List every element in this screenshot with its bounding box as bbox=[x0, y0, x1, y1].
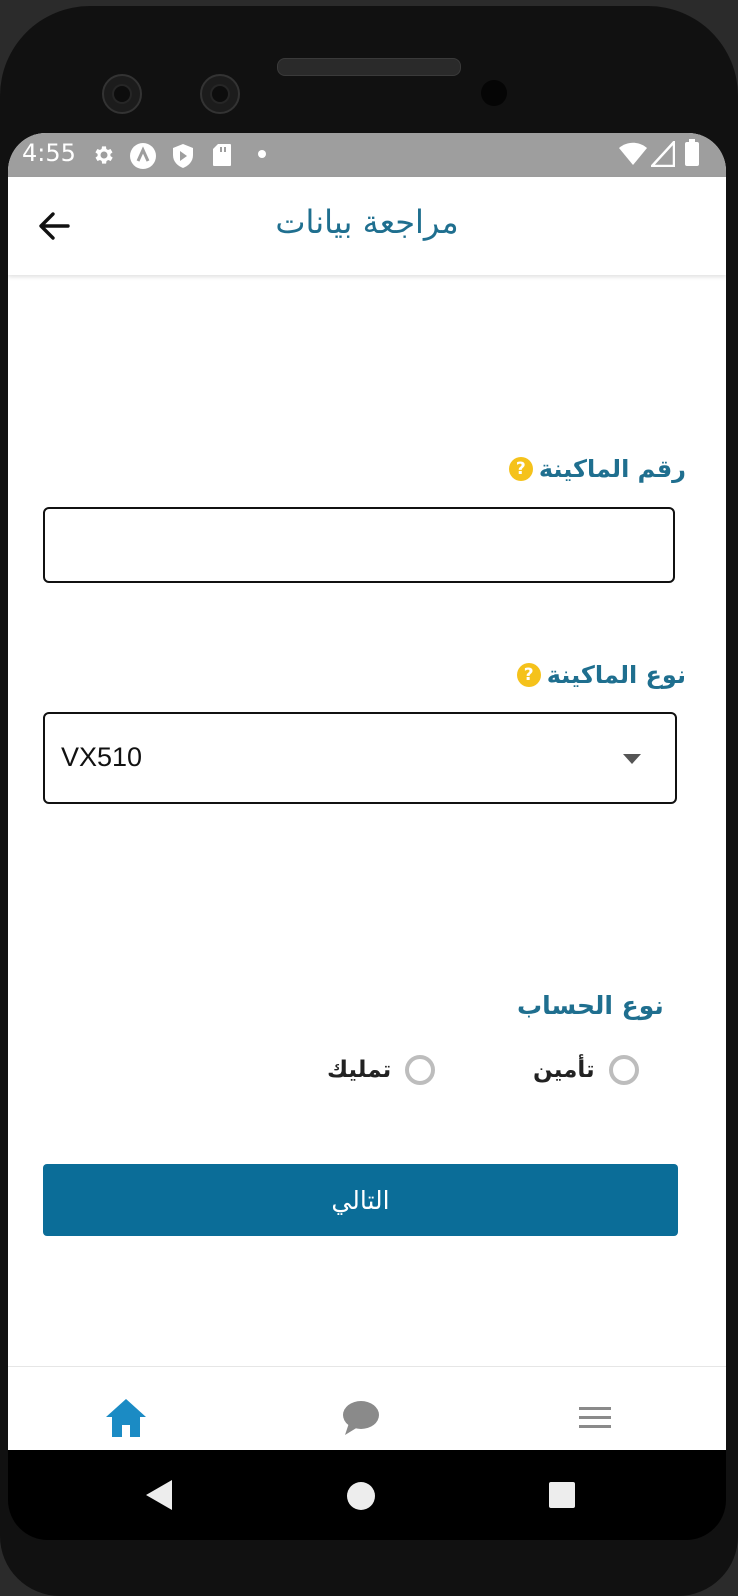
system-home-icon[interactable] bbox=[346, 1481, 376, 1511]
dropdown-caret-icon bbox=[623, 754, 641, 764]
wifi-icon bbox=[619, 142, 647, 165]
a-icon bbox=[130, 143, 156, 169]
proximity-sensor bbox=[481, 80, 507, 106]
account-type-option[interactable]: تأمين bbox=[533, 1055, 639, 1085]
menu-icon[interactable] bbox=[565, 1393, 625, 1443]
radio-button[interactable] bbox=[608, 1055, 639, 1085]
sd-card-icon bbox=[213, 144, 231, 166]
account-type-label: نوع الحساب bbox=[517, 991, 664, 1020]
machine-type-selected: VX510 bbox=[61, 742, 143, 772]
system-back-icon[interactable] bbox=[144, 1478, 174, 1512]
status-bar: 4:55 bbox=[8, 133, 726, 177]
front-camera bbox=[102, 74, 142, 114]
machine-type-label-row: نوع الماكينة ? bbox=[516, 661, 686, 689]
system-nav-bar bbox=[8, 1450, 726, 1540]
machine-type-label: نوع الماكينة bbox=[546, 661, 686, 689]
machine-number-label-row: رقم الماكينة ? bbox=[508, 455, 686, 483]
front-camera bbox=[200, 74, 240, 114]
earpiece-speaker bbox=[277, 58, 461, 76]
chat-icon[interactable] bbox=[331, 1393, 391, 1443]
machine-type-select[interactable]: VX510 bbox=[43, 712, 677, 804]
radio-label: تأمين bbox=[533, 1057, 595, 1083]
machine-number-input[interactable] bbox=[43, 507, 675, 583]
help-icon[interactable]: ? bbox=[508, 457, 533, 481]
app-bar: مراجعة بيانات bbox=[8, 177, 726, 275]
battery-icon bbox=[685, 139, 699, 166]
dot-icon bbox=[258, 150, 266, 158]
system-recents-icon[interactable] bbox=[548, 1481, 576, 1509]
radio-button[interactable] bbox=[405, 1055, 436, 1085]
page-title: مراجعة بيانات bbox=[275, 203, 459, 241]
home-icon[interactable] bbox=[96, 1393, 156, 1443]
gear-icon bbox=[95, 146, 113, 164]
next-button[interactable]: التالي bbox=[43, 1164, 678, 1236]
help-icon[interactable]: ? bbox=[516, 663, 541, 687]
status-time: 4:55 bbox=[22, 139, 76, 167]
signal-icon bbox=[651, 141, 675, 167]
form: رقم الماكينة ? نوع الماكينة ? VX510 نوع … bbox=[8, 275, 726, 1365]
machine-number-label: رقم الماكينة bbox=[538, 455, 686, 483]
shield-play-icon bbox=[173, 144, 193, 168]
radio-label: تمليك bbox=[327, 1057, 392, 1083]
top-bezel bbox=[0, 6, 738, 146]
account-type-option[interactable]: تمليك bbox=[327, 1055, 436, 1085]
screen: 4:55 مراجعة بيانات رقم الماكينة ? نوع ال… bbox=[8, 133, 726, 1483]
